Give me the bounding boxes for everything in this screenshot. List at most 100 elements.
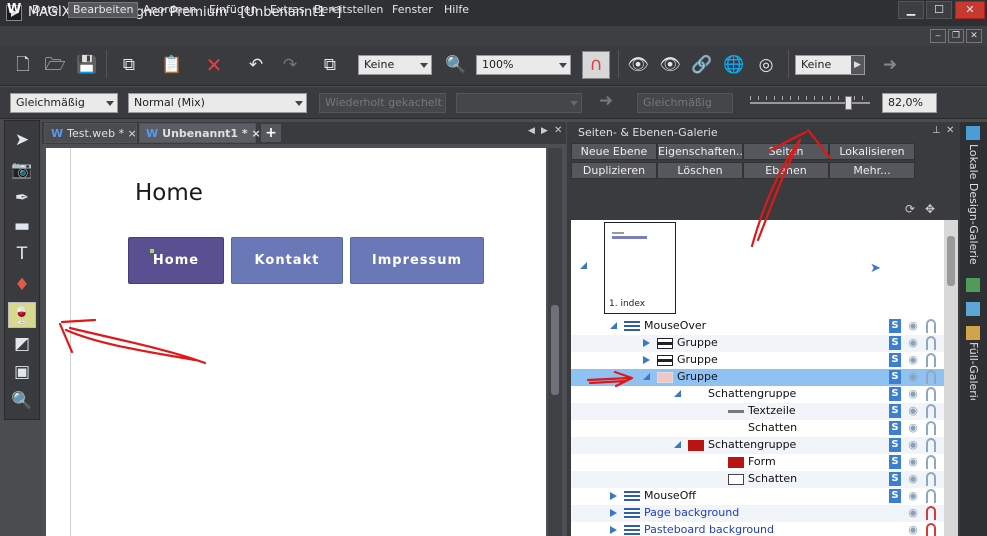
publish-icon[interactable]: 🌐 <box>722 53 746 77</box>
delete-icon[interactable]: ✕ <box>202 53 226 77</box>
style-badge-icon[interactable]: S <box>889 489 901 503</box>
visibility-eye-icon[interactable]: ◉ <box>905 473 921 484</box>
style-badge-icon[interactable]: S <box>889 370 901 384</box>
lock-icon[interactable] <box>926 404 936 418</box>
zoom-preset-select[interactable]: Keine <box>358 55 432 75</box>
save-icon[interactable]: 💾 <box>75 53 99 77</box>
lock-icon[interactable] <box>926 370 936 384</box>
style-badge-icon[interactable]: S <box>889 438 901 452</box>
layer-row[interactable]: Schatten S ◉ <box>571 420 944 437</box>
tab-scroll-left-icon[interactable]: ◀ <box>528 126 535 136</box>
transparency-value-field[interactable]: 82,0% <box>882 93 937 113</box>
visibility-eye-icon[interactable]: ◉ <box>905 439 921 450</box>
layer-row[interactable]: MouseOver S ◉ <box>571 318 944 335</box>
expand-arrow-icon[interactable] <box>610 509 617 517</box>
new-layer-button[interactable]: Neue Ebene <box>571 143 657 160</box>
collapse-arrow-icon[interactable] <box>674 390 681 397</box>
menu-bearbeiten[interactable]: Bearbeiten <box>68 2 139 18</box>
layer-row[interactable]: Schattengruppe S ◉ <box>571 386 944 403</box>
layer-row[interactable]: Page background ◉ <box>571 505 944 522</box>
preview-site-icon[interactable]: 👁 <box>658 53 682 77</box>
lock-icon[interactable] <box>926 472 936 486</box>
page-thumbnail[interactable]: 1. index <box>604 222 676 314</box>
arrange-icon[interactable]: ⧉ <box>318 53 342 77</box>
mdi-close-button[interactable]: ✕ <box>966 29 982 43</box>
design-gallery-icon[interactable] <box>966 126 980 140</box>
maximize-button[interactable]: ☐ <box>926 1 952 19</box>
visibility-eye-icon[interactable]: ◉ <box>905 354 921 365</box>
transparency-slider-thumb[interactable] <box>845 96 853 110</box>
expand-page-icon[interactable] <box>580 262 587 269</box>
crop-tool-icon[interactable]: ▣ <box>8 359 36 385</box>
layer-row[interactable]: Gruppe S ◉ <box>571 369 944 386</box>
menu-anordnen[interactable]: Anordnen <box>139 2 200 18</box>
page-heading[interactable]: Home <box>135 180 203 206</box>
visibility-eye-icon[interactable]: ◉ <box>905 524 921 535</box>
layer-row[interactable]: MouseOff S ◉ <box>571 488 944 505</box>
photo-tool-icon[interactable]: 📷 <box>8 157 36 183</box>
tab-scroll-right-icon[interactable]: ▶ <box>541 126 548 136</box>
delete-button[interactable]: Löschen <box>657 162 743 179</box>
lock-icon[interactable] <box>926 421 936 435</box>
menu-bereitstellen[interactable]: Bereitstellen <box>310 2 387 18</box>
style-badge-icon[interactable]: S <box>889 472 901 486</box>
layer-tree-scrollbar-thumb[interactable] <box>947 236 955 286</box>
mdi-restore-button[interactable]: ❐ <box>948 29 964 43</box>
layers-button[interactable]: Ebenen <box>743 162 829 179</box>
transition-play-icon[interactable]: ▶ <box>851 56 864 74</box>
redo-icon[interactable]: ↷ <box>278 53 302 77</box>
transparency-tool-icon[interactable]: 🍷 <box>8 302 36 328</box>
layer-row[interactable]: Gruppe S ◉ <box>571 352 944 369</box>
profile-select[interactable] <box>456 93 582 113</box>
refresh-icon[interactable]: ⟳ <box>905 202 915 216</box>
fill-type-select[interactable]: Gleichmäßig <box>10 93 118 113</box>
zoom-icon[interactable]: 🔍 <box>444 53 468 77</box>
visibility-eye-icon[interactable]: ◉ <box>905 490 921 501</box>
pin-icon[interactable]: ⊥ <box>932 125 941 136</box>
fill-tool-icon[interactable]: ♦ <box>8 272 36 298</box>
style-badge-icon[interactable]: S <box>889 455 901 469</box>
copy-icon[interactable]: ⧉ <box>117 53 141 77</box>
repeat-select[interactable]: Wiederholt gekachelt <box>319 93 446 113</box>
side-tab-local-design-gallery[interactable]: Lokale Design-Galerie <box>963 144 982 264</box>
layer-row[interactable]: Schatten S ◉ <box>571 471 944 488</box>
more-button[interactable]: Mehr... <box>829 162 915 179</box>
menu-datei[interactable]: Datei <box>28 2 65 18</box>
open-folder-icon[interactable]: 🗁 <box>43 53 67 77</box>
rectangle-tool-icon[interactable]: ▬ <box>8 213 36 239</box>
close-window-button[interactable]: ✕ <box>955 1 985 19</box>
collapse-arrow-icon[interactable] <box>674 441 681 448</box>
style-badge-icon[interactable]: S <box>889 404 901 418</box>
menu-hilfe[interactable]: Hilfe <box>440 2 473 18</box>
style-badge-icon[interactable]: S <box>889 387 901 401</box>
new-file-icon[interactable]: 🗋 <box>11 53 35 77</box>
duplicate-button[interactable]: Duplizieren <box>571 162 657 179</box>
arrow-right-icon[interactable]: ➜ <box>878 53 902 77</box>
tab-unbenannt1[interactable]: W Unbenannt1 * × <box>139 123 261 143</box>
blend-mode-select[interactable]: Normal (Mix) <box>128 93 307 113</box>
visibility-eye-icon[interactable]: ◉ <box>905 405 921 416</box>
layer-row[interactable]: Textzeile S ◉ <box>571 403 944 420</box>
pen-tool-icon[interactable]: ✒ <box>8 185 36 211</box>
visibility-eye-icon[interactable]: ◉ <box>905 371 921 382</box>
menu-einfuegen[interactable]: Einfügen <box>205 2 262 18</box>
page[interactable] <box>46 148 546 536</box>
visibility-eye-icon[interactable]: ◉ <box>905 456 921 467</box>
lock-icon[interactable] <box>926 353 936 367</box>
close-tab-icon[interactable]: × <box>252 127 261 140</box>
close-panel-icon[interactable]: ✕ <box>946 125 954 136</box>
lock-icon[interactable] <box>926 387 936 401</box>
undo-icon[interactable]: ↶ <box>244 53 268 77</box>
fill-gallery-icon[interactable] <box>966 326 980 340</box>
menu-fenster[interactable]: Fenster <box>388 2 437 18</box>
visibility-eye-icon[interactable]: ◉ <box>905 422 921 433</box>
lock-icon[interactable] <box>926 455 936 469</box>
layer-row[interactable]: Gruppe S ◉ <box>571 335 944 352</box>
lock-icon[interactable] <box>926 506 936 520</box>
selector-tool-icon[interactable]: ➤ <box>8 127 36 153</box>
lock-icon[interactable] <box>926 319 936 333</box>
transparency-profile-field[interactable]: Gleichmäßig <box>637 93 733 113</box>
close-tab-icon[interactable]: × <box>128 127 137 140</box>
nav-button-kontakt[interactable]: Kontakt <box>231 237 343 284</box>
lock-icon[interactable] <box>926 336 936 350</box>
